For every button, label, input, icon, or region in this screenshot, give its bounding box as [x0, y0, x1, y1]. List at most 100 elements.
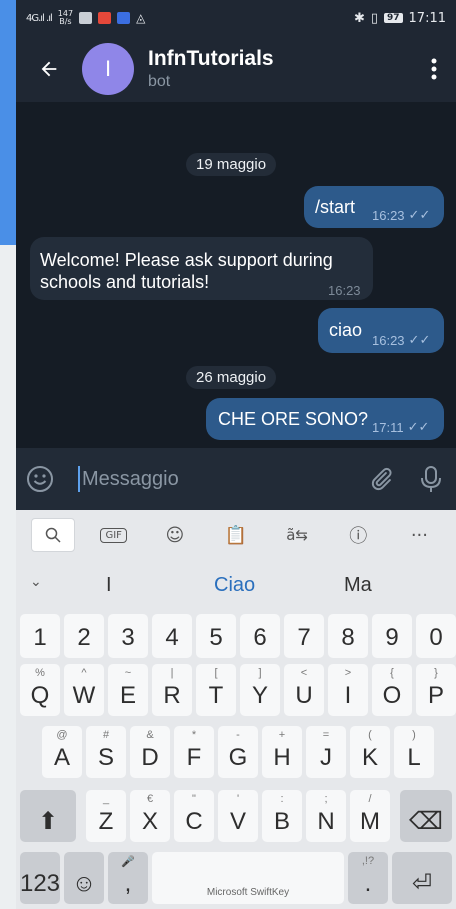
voice-button[interactable] [406, 465, 456, 493]
key-l[interactable]: ) L [394, 726, 434, 778]
chat-info[interactable]: InfnTutorials bot [148, 47, 274, 91]
sticker-button[interactable]: ☺ [153, 518, 197, 552]
key-x[interactable]: € X [130, 790, 170, 842]
backspace-key[interactable]: ⌫ [400, 790, 452, 842]
comma-key[interactable]: 🎤, [108, 852, 148, 904]
key-u[interactable]: < U [284, 664, 324, 716]
period-key[interactable]: ,!?. [348, 852, 388, 904]
suggestion-item[interactable]: Ciao [214, 574, 255, 597]
search-icon [45, 527, 61, 543]
numbers-key[interactable]: 123 [20, 852, 60, 904]
key-alt-label: ^ [81, 667, 87, 679]
message-text: /start [315, 197, 356, 217]
key-y[interactable]: ] Y [240, 664, 280, 716]
key-label: , [124, 870, 132, 897]
key-alt-label: ) [412, 729, 416, 741]
message-outgoing[interactable]: ciao 16:23 ✓✓ [318, 308, 444, 353]
key-d[interactable]: & D [130, 726, 170, 778]
shift-key[interactable]: ⬆ [20, 790, 76, 842]
key-n[interactable]: ; N [306, 790, 346, 842]
message-meta: 16:23 ✓✓ [372, 332, 430, 348]
emoji-key[interactable]: ☺ [64, 852, 104, 904]
key-c[interactable]: " C [174, 790, 214, 842]
key-alt-label: _ [102, 793, 110, 805]
background-panel [0, 0, 16, 245]
more-options-button[interactable] [412, 36, 456, 102]
avatar[interactable]: I [82, 43, 134, 95]
key-6[interactable]: 6 [240, 614, 280, 658]
key-4[interactable]: 4 [152, 614, 192, 658]
key-o[interactable]: {O [372, 664, 412, 716]
key-label: 6 [253, 624, 267, 651]
key-label: 5 [209, 624, 223, 651]
suggestion-bar: ⌄ I Ciao Ma [16, 560, 456, 610]
keyboard-search-button[interactable] [30, 518, 75, 552]
key-alt-label: ' [236, 793, 240, 805]
key-i[interactable]: > I [328, 664, 368, 716]
key-alt-label: - [236, 729, 240, 741]
key-2[interactable]: 2 [64, 614, 104, 658]
key-0[interactable]: 0 [416, 614, 456, 658]
key-3[interactable]: 3 [108, 614, 148, 658]
suggestion-item[interactable]: Ma [344, 574, 372, 597]
key-alt-label: / [368, 793, 372, 805]
key-m[interactable]: / M [350, 790, 390, 842]
key-z[interactable]: _ Z [86, 790, 126, 842]
mail-icon [98, 12, 112, 24]
key-9[interactable]: 9 [372, 614, 412, 658]
key-s[interactable]: # S [86, 726, 126, 778]
key-alt-label: * [191, 729, 197, 741]
enter-key[interactable]: ⏎ [392, 852, 452, 904]
message-input[interactable]: Messaggio [64, 466, 356, 492]
key-g[interactable]: -G [218, 726, 258, 778]
date-chip: 19 maggio [186, 153, 277, 176]
message-incoming[interactable]: Welcome! Please ask support during schoo… [30, 237, 373, 300]
emoji-button[interactable] [16, 465, 64, 493]
chat-title: InfnTutorials [148, 47, 274, 70]
key-e[interactable]: ~ E [108, 664, 148, 716]
translate-button[interactable]: ã⇆ [275, 518, 319, 552]
suggestion-item[interactable]: I [106, 574, 112, 597]
key-w[interactable]: ^ W [64, 664, 104, 716]
key-8[interactable]: 8 [328, 614, 368, 658]
attach-button[interactable] [356, 466, 406, 492]
keyboard: GIF ☺ 📋 ã⇆ ⓘ ··· ⌄ I Ciao Ma 1 2 3 4 5 6 7 8 9 0%… [16, 510, 456, 909]
key-label: 4 [165, 624, 179, 651]
chat-area[interactable]: 19 maggio /start 16:23 ✓✓ Welcome! Please… [16, 102, 456, 448]
paperclip-icon [371, 467, 392, 491]
key-k[interactable]: (K [350, 726, 390, 778]
key-label: S [97, 744, 114, 771]
key-1[interactable]: 1 [20, 614, 60, 658]
key-alt-label: } [434, 667, 438, 679]
back-button[interactable] [16, 36, 82, 102]
key-v[interactable]: ' V [218, 790, 258, 842]
key-h[interactable]: + H [262, 726, 302, 778]
key-label: Q [30, 682, 50, 709]
message-outgoing[interactable]: /start 16:23 ✓✓ [304, 186, 444, 228]
key-7[interactable]: 7 [284, 614, 324, 658]
double-check-icon: ✓✓ [407, 419, 430, 434]
chat-subtitle: bot [148, 73, 171, 90]
more-tools-button[interactable]: ··· [397, 518, 441, 552]
key-label: 2 [77, 624, 91, 651]
clipboard-button[interactable]: 📋 [214, 518, 258, 552]
key-p[interactable]: } P [416, 664, 456, 716]
gif-button[interactable]: GIF [92, 518, 136, 552]
space-key[interactable]: Microsoft SwiftKey [152, 852, 344, 904]
collapse-suggestions-icon[interactable]: ⌄ [30, 574, 42, 590]
arrow-left-icon [41, 61, 57, 77]
network-type: 4G [26, 12, 39, 24]
key-5[interactable]: 5 [196, 614, 236, 658]
key-t[interactable]: [T [196, 664, 236, 716]
key-label: X [141, 808, 158, 835]
key-label: 8 [341, 624, 355, 651]
date-chip: 26 maggio [186, 366, 277, 389]
key-f[interactable]: * F [174, 726, 214, 778]
info-button[interactable]: ⓘ [336, 518, 380, 552]
key-a[interactable]: @ A [42, 726, 82, 778]
message-outgoing[interactable]: CHE ORE SONO? 17:11 ✓✓ [206, 398, 444, 440]
key-j[interactable]: = J [306, 726, 346, 778]
key-r[interactable]: | R [152, 664, 192, 716]
key-b[interactable]: :B [262, 790, 302, 842]
key-q[interactable]: % Q [20, 664, 60, 716]
